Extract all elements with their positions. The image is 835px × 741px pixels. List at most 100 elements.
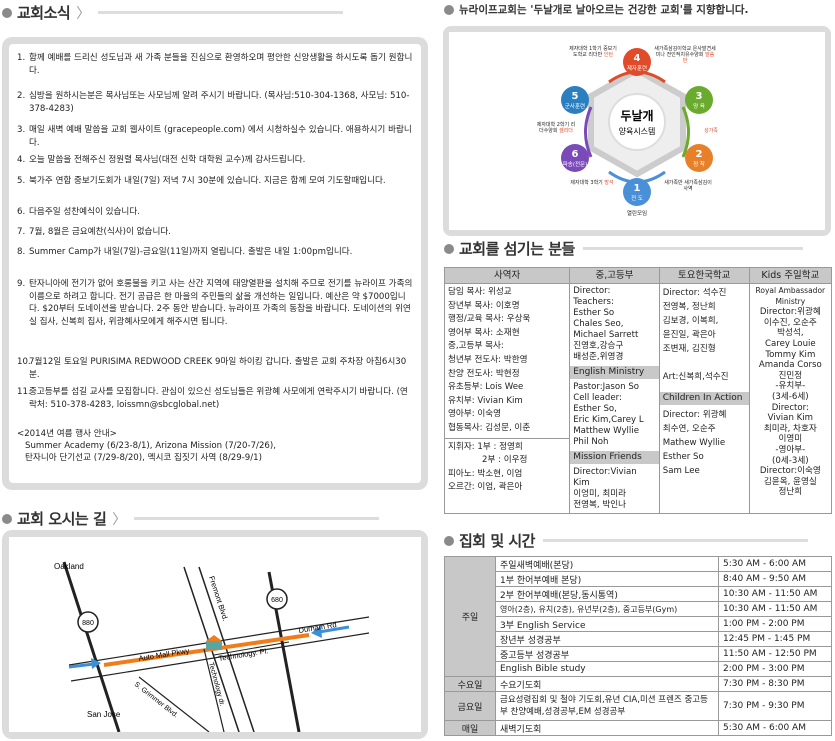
event-time: 7:30 PM - 9:30 PM [718, 691, 832, 721]
news-box: 1. 함께 예배를 드리신 성도님과 새 가족 분들을 진심으로 환영하오며 평안… [2, 37, 428, 490]
node-num: 2 [696, 149, 703, 160]
node-num: 6 [572, 149, 579, 160]
node-label: 파송(전문) [563, 160, 588, 168]
news-item: 4. 오늘 말씀을 전해주신 정원렬 목사님(대전 신학 대학원 교수)께 감사드… [17, 155, 306, 165]
table-row: 금요일 금요성령집회 및 철야 기도회,유년 CIA,미션 프렌즈 중고등부 찬… [444, 691, 832, 721]
schedule-title: 집회 및 시간 [459, 532, 535, 550]
fremont-label: Fremont Blvd. [207, 575, 230, 622]
event-time: 5:30 AM - 6:00 AM [718, 720, 832, 736]
table-row: 수요일 수요기도회 7:30 PM - 8:30 PM [444, 676, 832, 692]
staff-header: 교회를 섬기는 분들 [444, 238, 803, 259]
bullet-icon [444, 243, 454, 254]
directions-map[interactable]: 880 680 Oakland San Jose Fremont Blvd. A… [9, 537, 421, 733]
bullet-icon [2, 513, 12, 524]
table-row: 3부 English Service 1:00 PM - 2:00 PM [445, 616, 832, 632]
col-header: 사역자 [443, 267, 571, 284]
chevron-right-icon: 〉 [76, 5, 91, 22]
vision-diagram: 두날개 양육시스템 1 전 도 2 정 착 3 양 육 4 제자훈련 5 군사훈… [449, 32, 825, 230]
map-box: 880 680 Oakland San Jose Fremont Blvd. A… [2, 530, 428, 739]
divider [582, 247, 803, 250]
event-name: 새벽기도회 [495, 720, 719, 736]
news-item: 5. 북가주 연합 중보기도회가 내일(7일) 저녁 7시 30분에 있습니다. … [17, 176, 386, 186]
church-icon [206, 641, 222, 650]
summer-line: 탄자니아 단기선교 (7/29-8/20), 멕시코 집짓기 사역 (8/29-… [25, 453, 262, 463]
event-time: 7:30 PM - 8:30 PM [718, 676, 832, 692]
staff-col-pastors: 담임 목사: 위성교 장년부 목사: 이호명 행정/교육 목사: 우상욱 영어부 목… [443, 283, 571, 514]
news-item: 3. 매일 새벽 예배 말씀을 교회 웹사이트 (gracepeople.com)… [17, 125, 412, 148]
node-num: 4 [634, 53, 641, 64]
directions-title: 교회 오시는 길 [17, 510, 107, 528]
vision-text: 뉴라이프교회는 '두날개로 날아오르는 건강한 교회'를 지향합니다. [459, 4, 749, 16]
children-in-action-header: Children In Action [659, 392, 749, 405]
news-header: 교회소식 〉 [2, 2, 344, 23]
table-row: 2부 한어부예배(본당,동시통역) 10:30 AM - 11:50 AM [445, 586, 832, 602]
event-name: 1부 한어부예배 본당) [495, 571, 719, 587]
table-row: 주일 주일새벽예배(본당) 5:30 AM - 6:00 AM [444, 556, 832, 677]
node-num: 3 [696, 91, 703, 102]
news-item: 11. 중고등부를 섬길 교사를 모집합니다. 관심이 있으신 성도님들은 위광혜… [17, 387, 408, 410]
event-time: 2:00 PM - 3:00 PM [718, 661, 832, 677]
node-label: 양 육 [693, 102, 705, 110]
event-name: 2부 한어부예배(본당,동시통역) [495, 586, 719, 602]
event-name: 금요성령집회 및 철야 기도회,유년 CIA,미션 프렌즈 중고등부 찬양예배,… [495, 691, 719, 721]
table-row: 1부 한어부예배 본당) 8:40 AM - 9:50 AM [445, 571, 832, 587]
col-header: Kids 주일학교 [748, 267, 833, 284]
note-right: 성가족 [704, 128, 718, 134]
event-time: 12:45 PM - 1:45 PM [718, 631, 832, 647]
col-header: 토요한국학교 [658, 267, 750, 284]
note-bottom: 열린모임 [626, 211, 648, 217]
event-time: 5:30 AM - 6:00 AM [718, 556, 832, 572]
staff-title: 교회를 섬기는 분들 [459, 240, 575, 258]
node-num: 5 [572, 91, 579, 102]
english-ministry-header: English Ministry [570, 366, 659, 379]
vision-svg: 두날개 양육시스템 1 전 도 2 정 착 3 양 육 4 제자훈련 5 군사훈… [561, 48, 713, 206]
day-cell: 금요일 [444, 691, 496, 721]
oakland-label: Oakland [54, 562, 84, 571]
auto-mall-label: Auto Mall Pkwy [138, 646, 190, 663]
staff-table: 사역자 중,고등부 토요한국학교 Kids 주일학교 담임 목사: 위성교 장년부… [443, 267, 833, 514]
hwy-880-road [62, 561, 121, 733]
bullet-icon [2, 7, 12, 18]
event-name: 3부 English Service [495, 616, 719, 632]
event-name: 중고등부 성경공부 [495, 646, 719, 662]
hwy-880-label: 880 [82, 620, 94, 627]
event-name: 주일새벽예배(본당) [495, 556, 719, 572]
summer-line: Summer Academy (6/23-8/1), Arizona Missi… [25, 441, 276, 451]
schedule-header: 집회 및 시간 [444, 530, 808, 551]
chevron-right-icon: 〉 [112, 511, 127, 528]
san-jose-label: San Jose [87, 710, 121, 719]
divider [98, 11, 344, 14]
vision-header: 뉴라이프교회는 '두날개로 날아오르는 건강한 교회'를 지향합니다. [444, 2, 749, 17]
schedule-table: 주일 주일새벽예배(본당) 5:30 AM - 6:00 AM 1부 한어부예배… [444, 556, 832, 736]
news-title: 교회소식 [17, 4, 71, 22]
news-item: 9. 탄자니아에 전기가 없어 호롱불을 키고 사는 산간 지역에 태양열판을 설… [17, 279, 413, 327]
news-item: 6. 다음주일 성찬예식이 있습니다. [17, 207, 140, 217]
divider [542, 539, 808, 542]
node-label: 군사훈련 [565, 102, 585, 110]
map-svg: 880 680 Oakland San Jose Fremont Blvd. A… [54, 561, 370, 733]
node-num: 1 [634, 183, 641, 194]
event-name: English Bible study [495, 661, 719, 677]
event-name: 장년부 성경공부 [495, 631, 719, 647]
table-row: 매일 새벽기도회 5:30 AM - 6:00 AM [444, 720, 832, 736]
note-top-left: 제자대학 1학기 중보기도학교 리더반 인턴 [569, 46, 617, 58]
note-left: 제자대학 2학기 리더수양회 셀리더 [536, 122, 576, 134]
day-cell: 주일 [444, 556, 496, 677]
staff-body-row: 담임 목사: 위성교 장년부 목사: 이호명 행정/교육 목사: 우상욱 영어부 목… [443, 283, 833, 514]
news-item: 8. Summer Camp가 내일(7일)-금요일(11일)까지 열립니다. 출… [17, 247, 353, 257]
center-title: 두날개 [620, 109, 653, 123]
event-time: 11:50 AM - 12:50 PM [718, 646, 832, 662]
staff-col-kids: Royal Ambassador Ministry Director:위광혜 이수진… [748, 283, 833, 514]
news-item: 7. 7월, 8월은 금요예찬(식사)이 없습니다. [17, 227, 171, 237]
grimmer-label: S. Grimmer Blvd. [133, 681, 179, 719]
table-row: 중고등부 성경공부 11:50 AM - 12:50 PM [445, 646, 832, 662]
table-row: 영아(2층), 유치(2층), 유년부(2층), 중고등부(Gym) 10:30 … [445, 601, 832, 617]
news-item: 2. 심방을 원하시는분은 목사님또는 사모님께 알려 주시기 바랍니다. (목사… [17, 91, 410, 114]
note-bottom-left: 제자대학 3학기 방석 [570, 180, 614, 186]
event-time: 1:00 PM - 2:00 PM [718, 616, 832, 632]
staff-col-youth: Director: Teachers: Esther So Chales Seo, M… [569, 283, 660, 514]
event-name: 수요기도회 [495, 676, 719, 692]
event-time: 8:40 AM - 9:50 AM [718, 571, 832, 587]
node-label: 제자훈련 [627, 64, 647, 72]
staff-col-korean-school: Director: 석수진 전영복, 정난희 김보경, 이복희, 윤진일, 곽은아 조… [658, 283, 750, 514]
